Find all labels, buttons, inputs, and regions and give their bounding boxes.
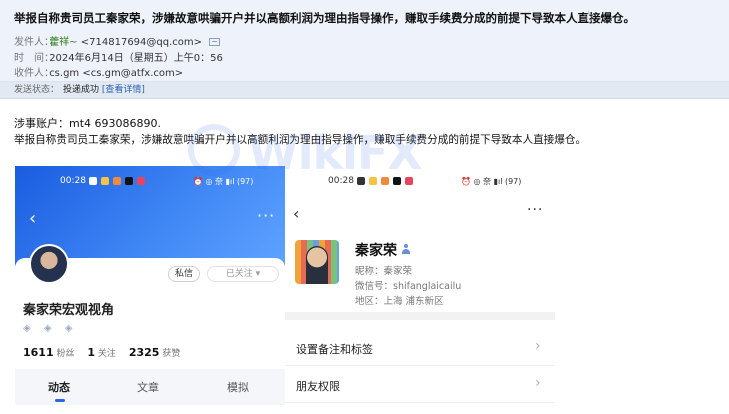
contact-card-icon[interactable] [209,38,221,46]
following-label: 关注 [97,349,116,359]
badge-icon: ◈ [43,323,52,334]
tab-articles[interactable]: 文章 [137,379,159,395]
status-right: ⏰ ◎ 奈 ▮ıl (97) [461,177,522,186]
contact-region: 地区：上海 浦东新区 [355,296,444,307]
row-label: 朋友权限 [296,380,340,393]
remarks-tags-row[interactable]: 设置备注和标签 › [285,330,555,366]
section-divider [285,312,555,320]
contact-avatar[interactable] [295,240,339,284]
recipient-email: <cs.gm@atfx.com> [82,68,184,79]
profile-name: 秦家荣宏观视角 [23,303,115,318]
back-icon[interactable]: ‹ [293,204,299,223]
delivery-status-bar: 发送状态： 投递成功 [查看详情] [0,82,729,99]
email-header: 举报自称贵司员工秦家荣，涉嫌故意哄骗开户并以高额利润为理由指导操作，赚取手续费分… [0,0,729,82]
contact-wechat-id: 微信号：shifanglaicailu [355,281,462,292]
contact-screenshot: 00:28 ⏰ ◎ 奈 ▮ıl (97) ‹ ··· 秦家荣 昵称：秦家荣 微信… [285,166,555,414]
avatar[interactable] [29,244,69,284]
app-icon [113,177,121,185]
time-value: 2024年6月14日（星期五）上午0：56 [49,53,223,64]
sender-name[interactable]: 藿祥~ [49,37,77,48]
sender-label: 发件人： [14,37,54,48]
back-icon[interactable]: ‹ [29,208,36,229]
recipient-row: 收件人： cs.gm <cs.gm@atfx.com> [14,64,183,79]
status-value: 投递成功 [63,85,100,95]
view-details-link[interactable]: [查看详情] [102,85,145,95]
app-icon [381,177,389,185]
row-label: 设置备注和标签 [296,343,373,356]
private-message-button[interactable]: 私信 [168,266,200,282]
fans-label: 粉丝 [56,349,75,359]
contact-name: 秦家荣 [355,243,397,259]
contact-nickname: 昵称：秦家荣 [355,266,413,277]
tiktok-icon [393,177,401,185]
app-icon [369,177,377,185]
status-label: 发送状态： [14,85,60,95]
more-icon[interactable]: ··· [527,202,543,218]
profile-stats: 1611 粉丝 1 关注 2325 获赞 [23,346,180,359]
badge-row: ◈ ◈ ◈ [23,323,82,334]
tab-posts[interactable]: 动态 [48,379,70,395]
email-subject: 举报自称贵司员工秦家荣，涉嫌故意哄骗开户并以高额利润为理由指导操作，赚取手续费分… [14,11,635,25]
app-icon [137,177,145,185]
active-tab-indicator [55,399,65,402]
status-right: ⏰ ◎ 奈 ▮ıl (97) [193,177,254,186]
friend-permissions-row[interactable]: 朋友权限 › [285,367,555,403]
person-icon [401,244,411,255]
likes-label: 获赞 [162,349,181,359]
status-time: 00:28 [60,176,86,186]
tab-simulation[interactable]: 模拟 [227,379,249,395]
time-label: 时 间： [14,53,54,64]
sender-email: <714817694@qq.com> [80,37,203,48]
report-line: 举报自称贵司员工秦家荣，涉嫌故意哄骗开户并以高额利润为理由指导操作，赚取手续费分… [14,134,587,146]
following-count: 1 [87,346,96,359]
app-icon [101,177,109,185]
recipient-name[interactable]: cs.gm [49,68,79,79]
chat-icon [89,177,97,185]
followed-button[interactable]: 已关注 ▾ [207,266,279,282]
status-time: 00:28 [328,176,354,186]
account-line: 涉事账户：mt4 693086890. [14,117,162,130]
chat-icon [357,177,365,185]
more-icon[interactable]: ··· [257,206,275,225]
time-row: 时 间： 2024年6月14日（星期五）上午0：56 [14,49,223,64]
chevron-right-icon: › [535,375,541,391]
badge-icon: ◈ [23,323,31,334]
profile-tabs: 动态 文章 模拟 [15,369,285,405]
chevron-right-icon: › [535,338,541,354]
recipient-label: 收件人： [14,68,54,79]
star-icon[interactable]: ☆ [582,7,595,25]
profile-screenshot: 00:28 ⏰ ◎ 奈 ▮ıl (97) ‹ ··· 私信 已关注 ▾ 秦家荣宏… [15,166,285,414]
sender-row: 发件人： 藿祥~ <714817694@qq.com> [14,33,221,48]
app-icon [405,177,413,185]
likes-count: 2325 [128,346,160,359]
tiktok-icon [125,177,133,185]
fans-count: 1611 [23,346,54,359]
badge-icon: ◈ [64,323,73,334]
